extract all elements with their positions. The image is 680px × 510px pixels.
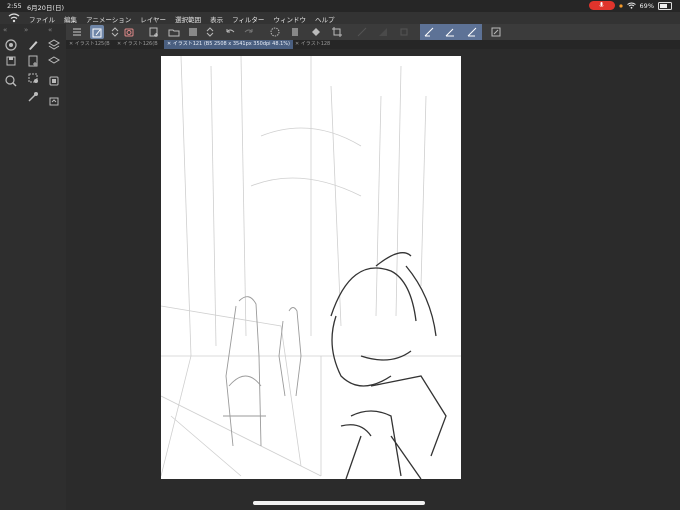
orange-dot-icon bbox=[618, 3, 623, 8]
collapse-left-icon[interactable]: « bbox=[3, 26, 7, 34]
disabled-3-icon bbox=[400, 28, 408, 36]
pen-tool-icon[interactable] bbox=[26, 38, 40, 52]
open-icon[interactable] bbox=[168, 26, 180, 38]
tab-close-icon[interactable]: ✕ bbox=[295, 41, 299, 47]
fill-icon[interactable] bbox=[310, 26, 322, 38]
transform-icon[interactable] bbox=[26, 71, 40, 85]
layers-icon[interactable] bbox=[47, 54, 61, 68]
folder-stepper-icon[interactable] bbox=[204, 26, 216, 38]
tab-close-icon[interactable]: ✕ bbox=[117, 41, 121, 47]
menu-item-8[interactable]: ヘルプ bbox=[315, 14, 335, 24]
select-icon[interactable] bbox=[269, 26, 281, 38]
tab-1[interactable]: ✕ イラスト125(B bbox=[66, 40, 115, 49]
ios-status-bar: 2:55 6月20日(日) 69% bbox=[0, 0, 680, 12]
canvas-tabs: ✕ イラスト125(B ✕ イラスト126(B ✕ イラスト121 (B5 25… bbox=[66, 40, 680, 49]
tab-label: イラスト126(B bbox=[122, 41, 158, 47]
edit-icon bbox=[92, 28, 102, 38]
tab-close-icon[interactable]: ✕ bbox=[167, 41, 171, 47]
drawing-canvas[interactable] bbox=[160, 55, 461, 480]
battery-percent: 69% bbox=[639, 1, 654, 10]
save-icon[interactable] bbox=[4, 54, 18, 68]
camera-icon[interactable] bbox=[123, 26, 135, 38]
menu-item-0[interactable]: ファイル bbox=[29, 14, 55, 24]
command-bar bbox=[66, 24, 680, 40]
menu-item-1[interactable]: 編集 bbox=[64, 14, 77, 24]
menu-item-3[interactable]: レイヤー bbox=[140, 14, 166, 24]
brush-size-icon[interactable] bbox=[4, 38, 18, 52]
menu-item-6[interactable]: フィルター bbox=[232, 14, 264, 24]
pen-b-icon[interactable] bbox=[466, 26, 478, 38]
menu-icon[interactable] bbox=[71, 26, 83, 38]
sketch-artwork bbox=[160, 55, 461, 480]
status-date: 6月20日(日) bbox=[27, 4, 64, 12]
navigator-icon[interactable] bbox=[26, 90, 40, 104]
disabled-1-icon bbox=[357, 27, 367, 37]
new-canvas-icon[interactable] bbox=[148, 26, 160, 38]
layer-stack-icon[interactable] bbox=[47, 38, 61, 52]
save-file-icon[interactable] bbox=[187, 26, 199, 38]
undo-icon[interactable] bbox=[224, 26, 236, 38]
menu-item-7[interactable]: ウィンドウ bbox=[273, 14, 306, 24]
tab-label: イラスト128 bbox=[300, 41, 331, 47]
battery-icon bbox=[658, 1, 672, 10]
menu-item-4[interactable]: 選択範囲 bbox=[175, 14, 201, 24]
quick-access-icon[interactable] bbox=[490, 26, 502, 38]
tab-label: イラスト121 (B5 2508 x 3541px 350dpi 48.1%) bbox=[172, 41, 290, 47]
crop-icon[interactable] bbox=[331, 26, 343, 38]
tab-label: イラスト125(B bbox=[74, 41, 110, 47]
zoom-icon[interactable] bbox=[4, 74, 18, 88]
menu-bar: ファイル 編集 アニメーション レイヤー 選択範囲 表示 フィルター ウィンドウ ヘルプ bbox=[0, 12, 680, 24]
material-icon[interactable] bbox=[47, 94, 61, 108]
pen-a-icon[interactable] bbox=[444, 26, 456, 38]
clipboard-icon[interactable] bbox=[289, 26, 301, 38]
mic-indicator bbox=[588, 1, 615, 10]
collapse-middle-icon[interactable]: » bbox=[24, 26, 28, 34]
edit-button[interactable] bbox=[90, 25, 104, 39]
app-logo-icon[interactable] bbox=[8, 13, 20, 23]
menu-items: ファイル 編集 アニメーション レイヤー 選択範囲 表示 フィルター ウィンドウ ヘルプ bbox=[29, 14, 334, 24]
collapse-right-icon[interactable]: « bbox=[48, 26, 52, 34]
tab-2[interactable]: ✕ イラスト126(B bbox=[114, 40, 165, 49]
dropper-icon[interactable] bbox=[47, 74, 61, 88]
wifi-icon bbox=[626, 2, 636, 9]
disabled-2-icon bbox=[379, 28, 387, 36]
stepper-icon[interactable] bbox=[109, 26, 121, 38]
tab-close-icon[interactable]: ✕ bbox=[69, 41, 73, 47]
ruler-icon[interactable] bbox=[423, 26, 435, 38]
redo-icon[interactable] bbox=[243, 26, 255, 38]
home-indicator[interactable] bbox=[253, 501, 425, 505]
tab-3-active[interactable]: ✕ イラスト121 (B5 2508 x 3541px 350dpi 48.1%… bbox=[164, 40, 293, 49]
menu-item-5[interactable]: 表示 bbox=[210, 14, 223, 24]
menu-item-2[interactable]: アニメーション bbox=[86, 14, 131, 24]
left-sidebar: « » « bbox=[0, 24, 66, 510]
mic-icon bbox=[599, 2, 604, 8]
status-right: 69% bbox=[588, 1, 672, 10]
status-time: 2:55 bbox=[7, 2, 22, 10]
new-file-icon[interactable] bbox=[26, 54, 40, 68]
tab-4[interactable]: ✕ イラスト128 bbox=[292, 40, 335, 49]
